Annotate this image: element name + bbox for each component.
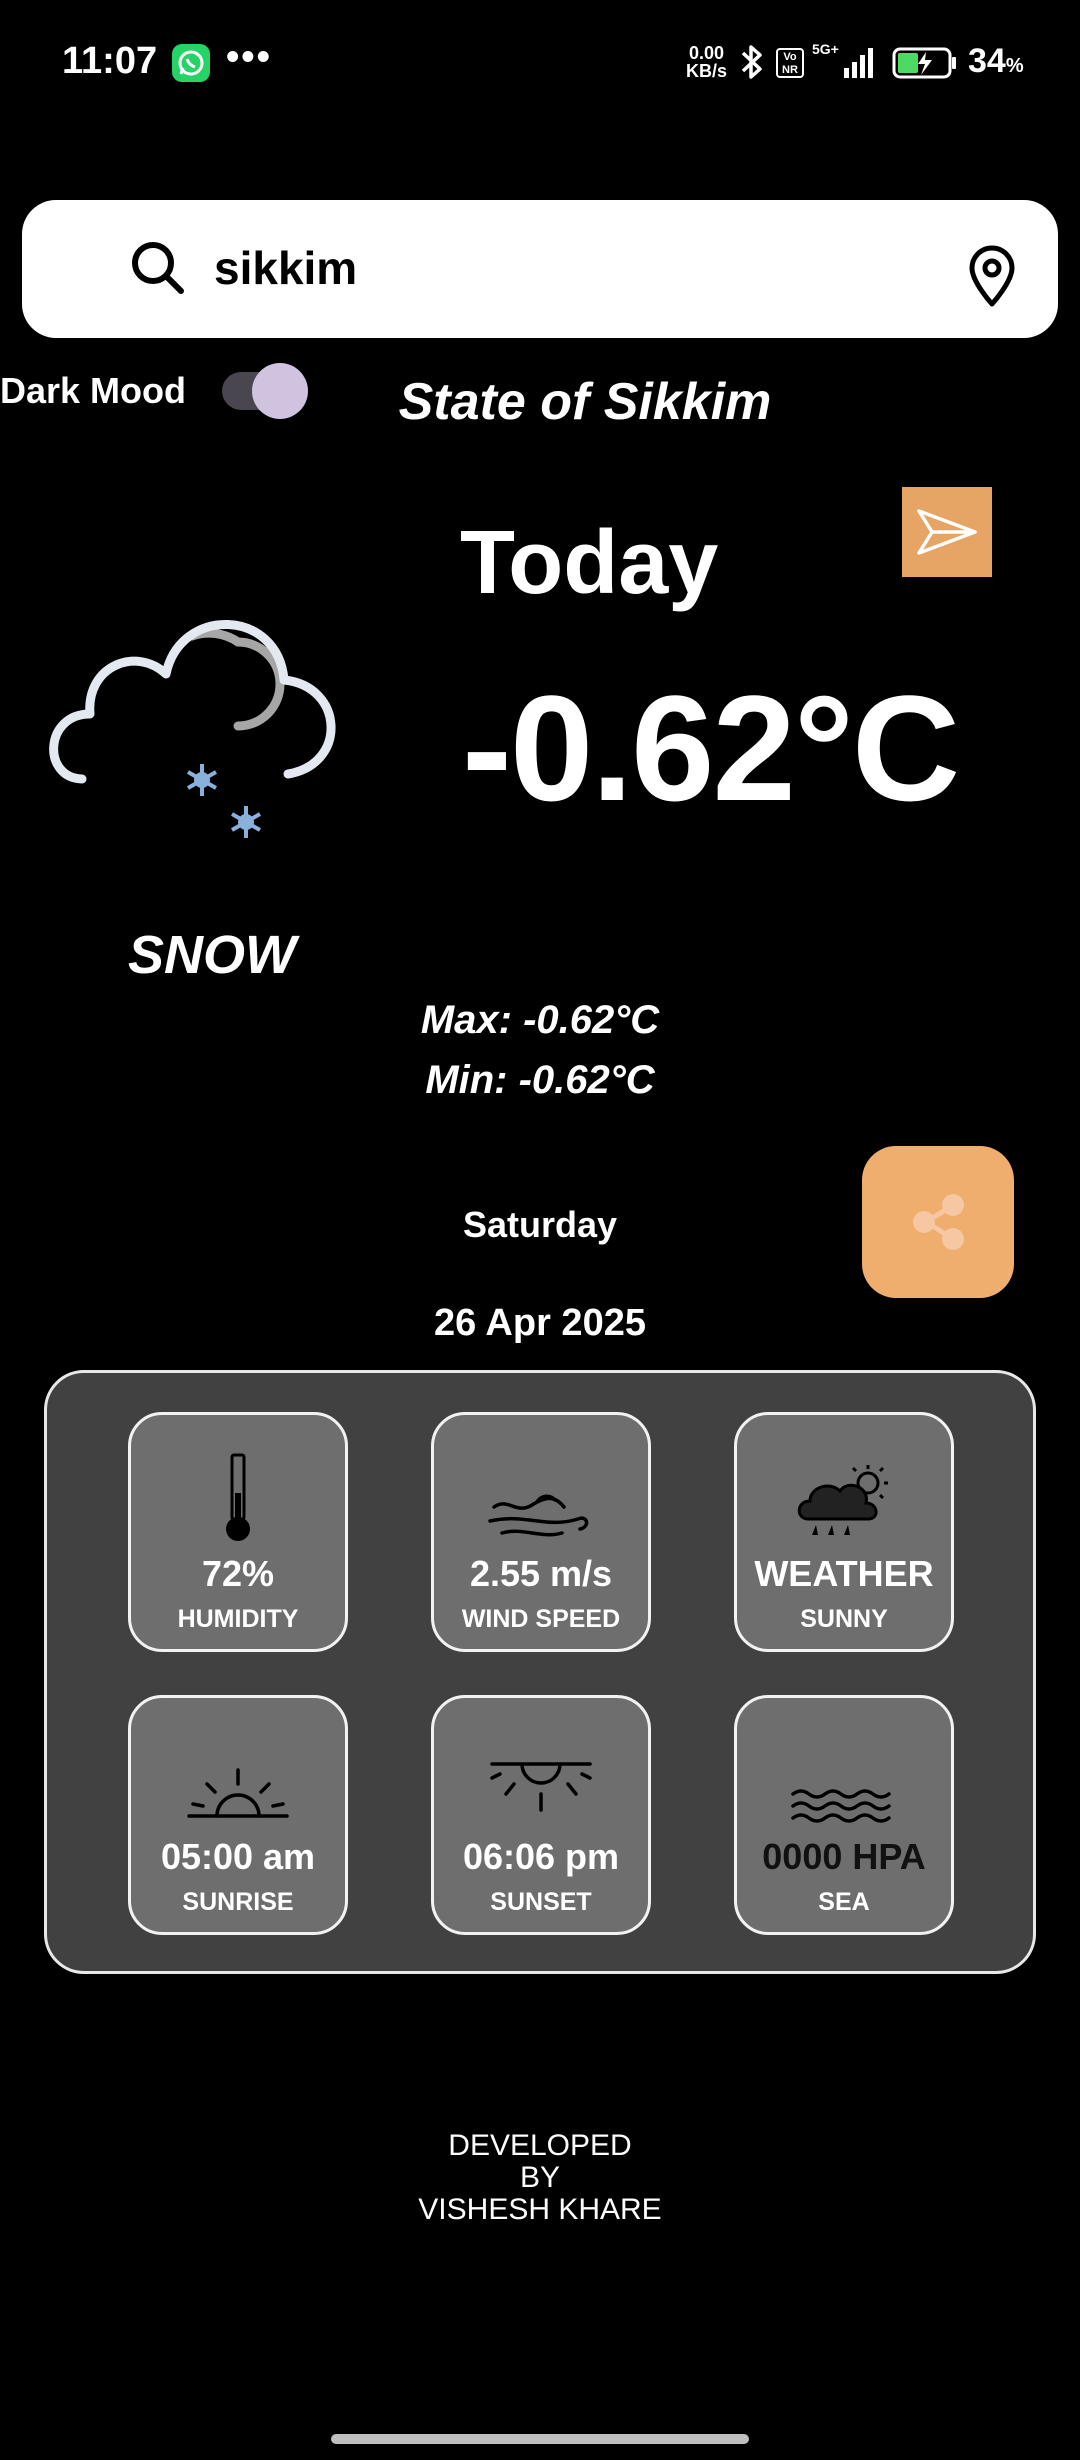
developer-credit: DEVELOPED BY VISHESH KHARE xyxy=(0,2130,1080,2226)
location-pin-icon[interactable] xyxy=(966,244,1018,313)
sunset-value: 06:06 pm xyxy=(462,1836,620,1877)
min-temperature: Min: -0.62°C xyxy=(425,1058,655,1102)
date-label: 26 Apr 2025 xyxy=(434,1302,646,1344)
credit-line-2: BY xyxy=(519,2161,561,2194)
send-icon xyxy=(917,509,977,555)
snow-cloud-icon xyxy=(48,586,378,851)
sunset-label: SUNSET xyxy=(490,1888,592,1916)
battery-icon xyxy=(892,46,958,85)
bluetooth-icon xyxy=(738,42,766,87)
weather-label: SUNNY xyxy=(800,1605,888,1633)
credit-line-3: VISHESH KHARE xyxy=(418,2193,662,2226)
search-input[interactable] xyxy=(214,236,814,300)
humidity-value: 72% xyxy=(201,1553,275,1594)
thermometer-icon xyxy=(131,1451,345,1543)
max-temperature: Max: -0.62°C xyxy=(420,998,660,1042)
humidity-card: 72% HUMIDITY xyxy=(128,1412,348,1652)
notification-more-icon: ••• xyxy=(226,36,272,78)
humidity-label: HUMIDITY xyxy=(177,1605,299,1633)
net-speed-value: 0.00 xyxy=(688,43,725,63)
storm-cloud-icon xyxy=(737,1451,951,1543)
signal-icon: 5G+ xyxy=(812,41,884,85)
vonr-icon: Vo NR xyxy=(776,48,804,78)
whatsapp-icon xyxy=(172,44,210,82)
sunset-icon xyxy=(434,1734,648,1826)
wind-speed-card: 2.55 m/s WIND SPEED xyxy=(431,1412,651,1652)
net-speed: 0.00 KB/s xyxy=(686,44,727,80)
sea-level-card: 0000 HPA SEA xyxy=(734,1695,954,1935)
sunrise-card: 05:00 am SUNRISE xyxy=(128,1695,348,1935)
battery-value: 34 xyxy=(968,42,1006,80)
net-speed-unit: KB/s xyxy=(686,61,728,81)
weather-card: WEATHER SUNNY xyxy=(734,1412,954,1652)
current-temperature: -0.62°C xyxy=(462,664,960,832)
sunrise-value: 05:00 am xyxy=(160,1836,316,1877)
location-title: State of Sikkim xyxy=(398,373,772,431)
status-time: 11:07 xyxy=(62,40,158,82)
wind-icon xyxy=(434,1451,648,1543)
battery-unit: % xyxy=(1005,55,1024,77)
weather-details-panel: 72% HUMIDITY 2.55 m/s WIND SPEED WEATHER… xyxy=(44,1370,1036,1974)
network-type: 5G+ xyxy=(812,42,839,57)
sunrise-icon xyxy=(131,1734,345,1826)
sunrise-label: SUNRISE xyxy=(182,1888,294,1916)
battery-percent: 34% xyxy=(968,42,1024,81)
wind-speed-label: WIND SPEED xyxy=(461,1605,621,1633)
wind-speed-value: 2.55 m/s xyxy=(469,1553,613,1594)
credit-line-1: DEVELOPED xyxy=(448,2129,632,2162)
sea-level-label: SEA xyxy=(818,1888,870,1916)
search-icon[interactable] xyxy=(128,238,188,303)
sea-waves-icon xyxy=(737,1734,951,1826)
day-label: Saturday xyxy=(462,1204,618,1245)
sunset-card: 06:06 pm SUNSET xyxy=(431,1695,651,1935)
weather-condition: SNOW xyxy=(128,925,296,985)
sea-level-value: 0000 HPA xyxy=(762,1836,926,1877)
send-button[interactable] xyxy=(902,487,992,577)
home-indicator[interactable] xyxy=(331,2434,749,2444)
weather-value: WEATHER xyxy=(754,1553,934,1594)
today-label: Today xyxy=(460,513,719,613)
